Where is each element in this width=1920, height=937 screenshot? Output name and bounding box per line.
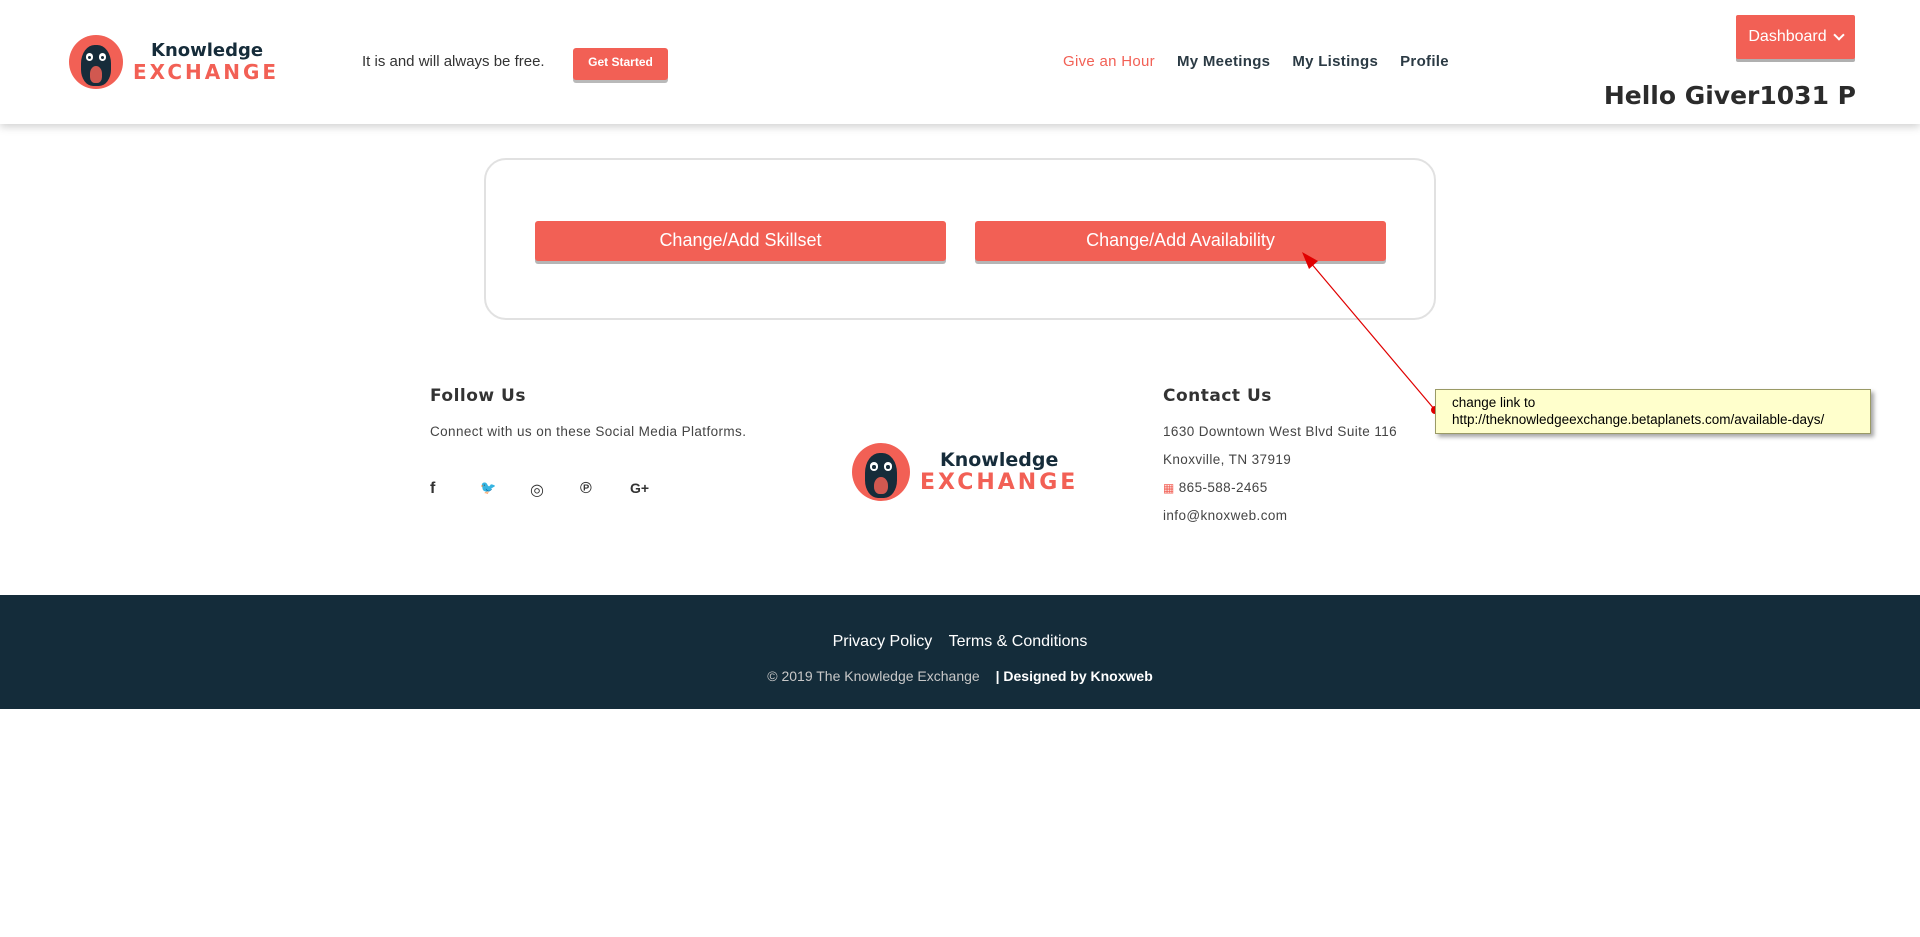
designed-by-link[interactable]: | Designed by Knoxweb — [996, 668, 1153, 684]
instagram-icon[interactable]: ◎ — [530, 480, 580, 500]
contact-address-line2: Knoxville, TN 37919 — [1163, 452, 1292, 467]
site-header: Knowledge EXCHANGE It is and will always… — [0, 0, 1920, 124]
annotation-note: change link to http://theknowledgeexchan… — [1435, 389, 1871, 434]
dashboard-dropdown-button[interactable]: Dashboard — [1736, 15, 1855, 59]
tagline: It is and will always be free. — [362, 53, 545, 70]
nav-my-listings[interactable]: My Listings — [1292, 53, 1378, 70]
contact-phone[interactable]: ▦ 865-588-2465 — [1163, 480, 1268, 495]
phone-icon: ▦ — [1163, 481, 1175, 495]
follow-us-text: Connect with us on these Social Media Pl… — [430, 424, 747, 439]
contact-address-line1: 1630 Downtown West Blvd Suite 116 — [1163, 424, 1398, 439]
change-skillset-button[interactable]: Change/Add Skillset — [535, 221, 946, 261]
nav-give-an-hour[interactable]: Give an Hour — [1063, 53, 1155, 70]
copyright-text: © 2019 The Knowledge Exchange — [767, 668, 980, 684]
footer-logo-text-knowledge: Knowledge — [940, 448, 1059, 471]
pinterest-icon[interactable]: ℗ — [580, 480, 630, 500]
nav-my-meetings[interactable]: My Meetings — [1177, 53, 1270, 70]
contact-phone-number: 865-588-2465 — [1178, 480, 1268, 495]
user-greeting: Hello Giver1031 P — [1603, 81, 1856, 110]
owl-logo-icon — [852, 443, 910, 501]
nav-profile[interactable]: Profile — [1400, 53, 1449, 70]
annotation-line1: change link to — [1452, 395, 1536, 410]
google-plus-icon[interactable]: G+ — [630, 480, 680, 500]
site-logo[interactable]: Knowledge EXCHANGE — [69, 35, 279, 89]
bottom-bar: Privacy Policy Terms & Conditions © 2019… — [0, 595, 1920, 709]
contact-email[interactable]: info@knoxweb.com — [1163, 508, 1287, 523]
footer-logo-text-exchange: EXCHANGE — [920, 469, 1079, 495]
actions-card: Change/Add Skillset Change/Add Availabil… — [484, 158, 1436, 320]
get-started-button[interactable]: Get Started — [573, 48, 668, 80]
footer-logo[interactable]: Knowledge EXCHANGE — [852, 443, 1078, 501]
terms-link[interactable]: Terms & Conditions — [949, 633, 1088, 650]
owl-logo-icon — [69, 35, 123, 89]
twitter-icon[interactable]: 🐦 — [480, 480, 530, 500]
copyright-line: © 2019 The Knowledge Exchange | Designed… — [0, 668, 1920, 684]
follow-us-title: Follow Us — [430, 386, 526, 406]
legal-links: Privacy Policy Terms & Conditions — [0, 633, 1920, 651]
privacy-policy-link[interactable]: Privacy Policy — [833, 633, 933, 650]
dashboard-label: Dashboard — [1748, 28, 1827, 45]
logo-text-knowledge: Knowledge — [151, 40, 264, 61]
chevron-down-icon — [1832, 29, 1845, 41]
logo-text-exchange: EXCHANGE — [133, 60, 280, 84]
contact-us-title: Contact Us — [1163, 386, 1272, 406]
change-availability-button[interactable]: Change/Add Availability — [975, 221, 1386, 261]
main-nav: Give an Hour My Meetings My Listings Pro… — [1063, 53, 1471, 70]
facebook-icon[interactable]: f — [430, 480, 480, 500]
annotation-line2: http://theknowledgeexchange.betaplanets.… — [1452, 412, 1825, 427]
social-links: f 🐦 ◎ ℗ G+ — [430, 480, 680, 500]
